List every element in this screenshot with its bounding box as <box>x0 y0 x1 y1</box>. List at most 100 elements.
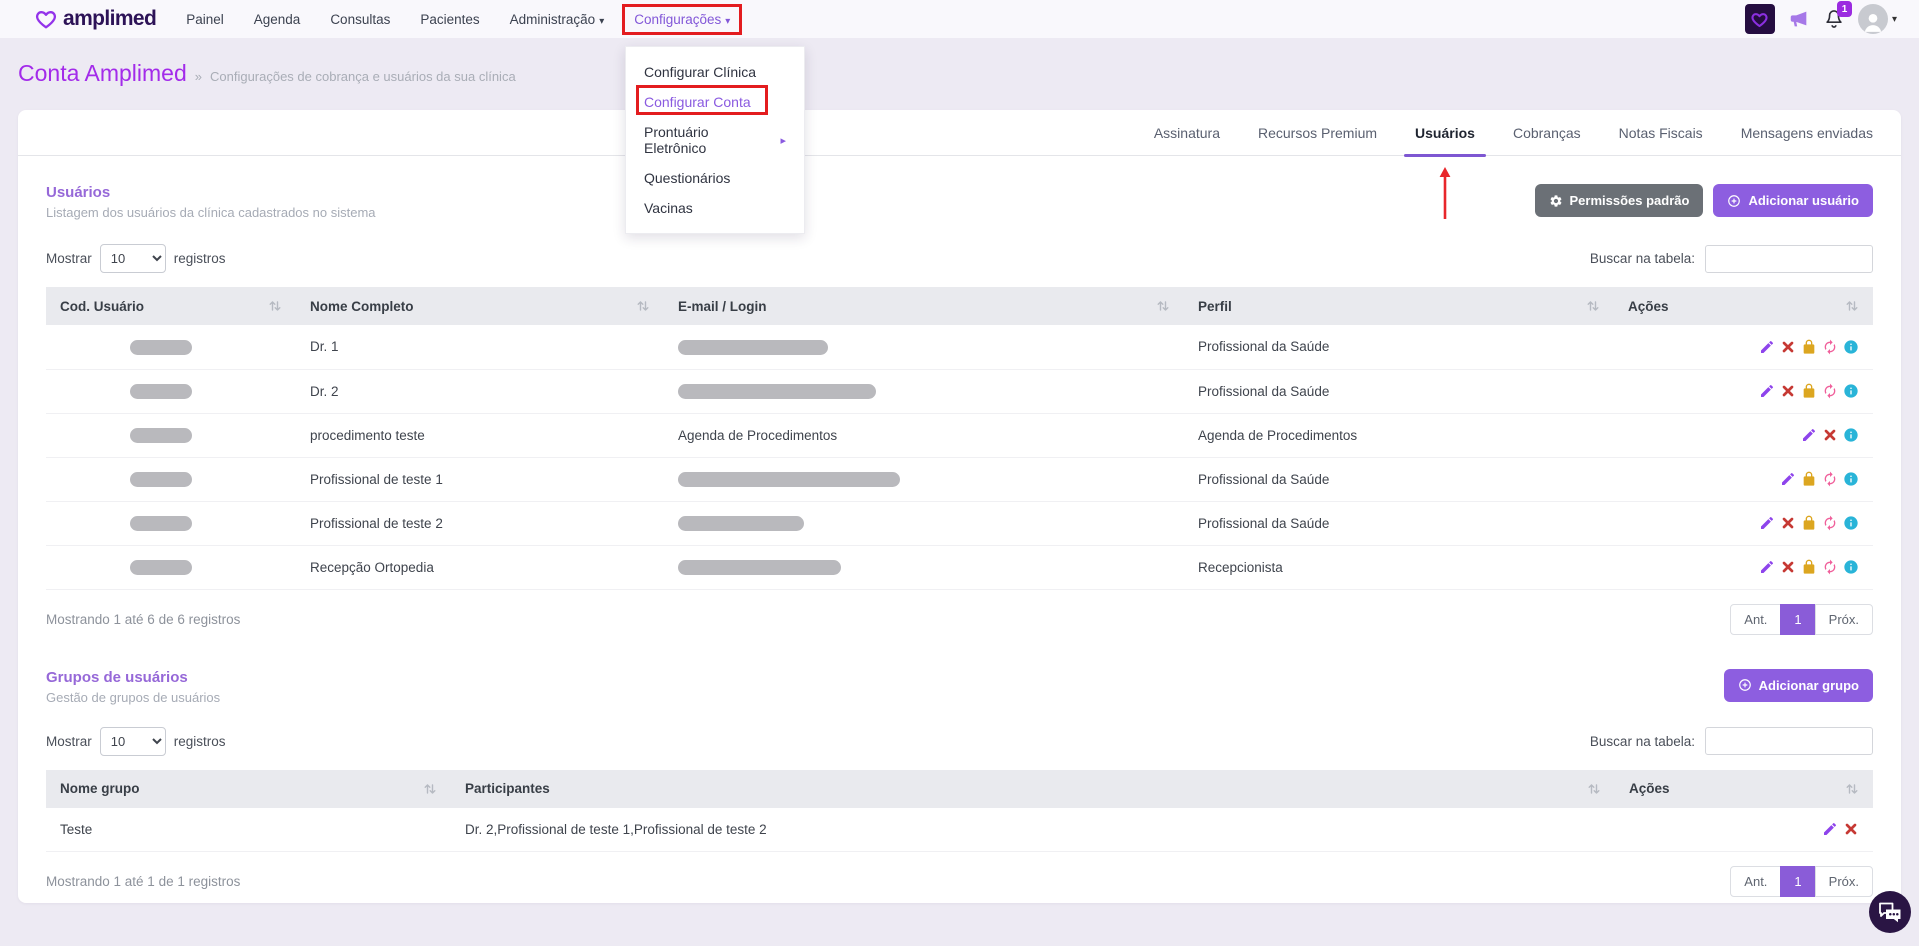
lock-icon[interactable] <box>1801 515 1817 531</box>
refresh-icon[interactable] <box>1822 559 1838 575</box>
column-label: Cod. Usuário <box>60 299 144 314</box>
info-icon[interactable] <box>1843 339 1859 355</box>
column-label: E-mail / Login <box>678 299 767 314</box>
info-icon[interactable] <box>1843 427 1859 443</box>
redacted-email <box>678 384 876 399</box>
sort-icon[interactable] <box>1586 299 1600 313</box>
tab-2[interactable]: Usuários <box>1415 110 1475 155</box>
info-icon[interactable] <box>1843 515 1859 531</box>
info-icon[interactable] <box>1843 383 1859 399</box>
lock-icon[interactable] <box>1801 383 1817 399</box>
lock-icon[interactable] <box>1801 471 1817 487</box>
nav-item-1[interactable]: Agenda <box>254 12 301 27</box>
nav-admin-label: Administração <box>510 12 596 27</box>
delete-icon[interactable] <box>1780 383 1796 399</box>
groups-prev-page-button[interactable]: Ant. <box>1730 866 1781 897</box>
edit-icon[interactable] <box>1759 339 1775 355</box>
sort-icon[interactable] <box>1845 299 1859 313</box>
delete-icon[interactable] <box>1843 821 1859 837</box>
sort-icon[interactable] <box>1156 299 1170 313</box>
records-label: registros <box>174 251 226 266</box>
menu-item-2[interactable]: Prontuário Eletrônico▸ <box>626 117 804 163</box>
tab-4[interactable]: Notas Fiscais <box>1619 110 1703 155</box>
column-header-1[interactable]: Nome Completo <box>296 287 664 325</box>
column-header-4[interactable]: Ações <box>1614 287 1873 325</box>
lock-icon[interactable] <box>1801 559 1817 575</box>
refresh-icon[interactable] <box>1822 471 1838 487</box>
delete-icon[interactable] <box>1780 515 1796 531</box>
users-current-page-button[interactable]: 1 <box>1780 604 1815 635</box>
menu-item-3[interactable]: Questionários <box>626 163 804 193</box>
notifications-button[interactable]: 1 <box>1823 8 1845 30</box>
delete-icon[interactable] <box>1780 559 1796 575</box>
groups-next-page-button[interactable]: Próx. <box>1815 866 1873 897</box>
chevron-down-icon: ▾ <box>599 16 604 27</box>
users-prev-page-button[interactable]: Ant. <box>1730 604 1781 635</box>
column-header-0[interactable]: Cod. Usuário <box>46 287 296 325</box>
add-group-button[interactable]: Adicionar grupo <box>1724 669 1873 702</box>
edit-icon[interactable] <box>1801 427 1817 443</box>
edit-icon[interactable] <box>1822 821 1838 837</box>
nome-completo-cell: Dr. 1 <box>296 325 664 369</box>
users-page-size-select[interactable]: 10 <box>100 244 166 273</box>
edit-icon[interactable] <box>1759 383 1775 399</box>
sort-icon[interactable] <box>1587 782 1601 796</box>
info-icon[interactable] <box>1843 471 1859 487</box>
amplimed-logo[interactable]: amplimed <box>34 7 156 31</box>
users-next-page-button[interactable]: Próx. <box>1815 604 1873 635</box>
announcements-button[interactable] <box>1788 8 1810 30</box>
delete-icon[interactable] <box>1822 427 1838 443</box>
column-header-2[interactable]: E-mail / Login <box>664 287 1184 325</box>
nav-item-3[interactable]: Pacientes <box>420 12 479 27</box>
perfil-cell: Agenda de Procedimentos <box>1184 413 1614 457</box>
sort-icon[interactable] <box>1845 782 1859 796</box>
edit-icon[interactable] <box>1759 559 1775 575</box>
edit-icon[interactable] <box>1759 515 1775 531</box>
menu-item-0[interactable]: Configurar Clínica <box>626 57 804 87</box>
add-user-label: Adicionar usuário <box>1748 193 1859 208</box>
tab-0[interactable]: Assinatura <box>1154 110 1220 155</box>
add-user-button[interactable]: Adicionar usuário <box>1713 184 1873 217</box>
groups-current-page-button[interactable]: 1 <box>1780 866 1815 897</box>
nav-item-2[interactable]: Consultas <box>330 12 390 27</box>
sort-icon[interactable] <box>423 782 437 796</box>
tab-label: Cobranças <box>1513 125 1581 141</box>
users-search-input[interactable] <box>1705 245 1873 273</box>
chat-widget-button[interactable] <box>1868 890 1912 934</box>
groups-page-size-select[interactable]: 10 <box>100 727 166 756</box>
lock-icon[interactable] <box>1801 339 1817 355</box>
tab-label: Notas Fiscais <box>1619 125 1703 141</box>
tab-1[interactable]: Recursos Premium <box>1258 110 1377 155</box>
groups-records-summary: Mostrando 1 até 1 de 1 registros <box>46 874 240 889</box>
tab-5[interactable]: Mensagens enviadas <box>1741 110 1873 155</box>
groups-table: Nome grupoParticipantesAções TesteDr. 2,… <box>46 770 1873 853</box>
default-permissions-button[interactable]: Permissões padrão <box>1535 184 1704 217</box>
show-label: Mostrar <box>46 251 92 266</box>
menu-item-1[interactable]: Configurar Conta <box>626 87 804 117</box>
user-menu-button[interactable]: ▾ <box>1858 4 1897 34</box>
column-header-3[interactable]: Perfil <box>1184 287 1614 325</box>
sort-icon[interactable] <box>268 299 282 313</box>
users-section-head: Usuários Listagem dos usuários da clínic… <box>46 184 1873 220</box>
config-menu: Configurar ClínicaConfigurar ContaProntu… <box>626 57 804 223</box>
refresh-icon[interactable] <box>1822 339 1838 355</box>
column-header-1[interactable]: Participantes <box>451 770 1615 808</box>
cod-usuario-cell <box>46 413 296 457</box>
nav-item-configuracoes[interactable]: Configurações▾ <box>634 12 730 27</box>
tab-3[interactable]: Cobranças <box>1513 110 1581 155</box>
groups-search-input[interactable] <box>1705 727 1873 755</box>
menu-item-4[interactable]: Vacinas <box>626 193 804 223</box>
delete-icon[interactable] <box>1780 339 1796 355</box>
column-header-0[interactable]: Nome grupo <box>46 770 451 808</box>
amplimed-tile-button[interactable] <box>1745 4 1775 34</box>
refresh-icon[interactable] <box>1822 383 1838 399</box>
refresh-icon[interactable] <box>1822 515 1838 531</box>
sort-icon[interactable] <box>636 299 650 313</box>
nav-item-0[interactable]: Painel <box>186 12 224 27</box>
edit-icon[interactable] <box>1780 471 1796 487</box>
column-header-2[interactable]: Ações <box>1615 770 1873 808</box>
heart-logo-icon <box>34 7 58 31</box>
info-icon[interactable] <box>1843 559 1859 575</box>
nome-completo-cell: Recepção Ortopedia <box>296 545 664 589</box>
nav-item-administracao[interactable]: Administração▾ <box>510 12 605 27</box>
